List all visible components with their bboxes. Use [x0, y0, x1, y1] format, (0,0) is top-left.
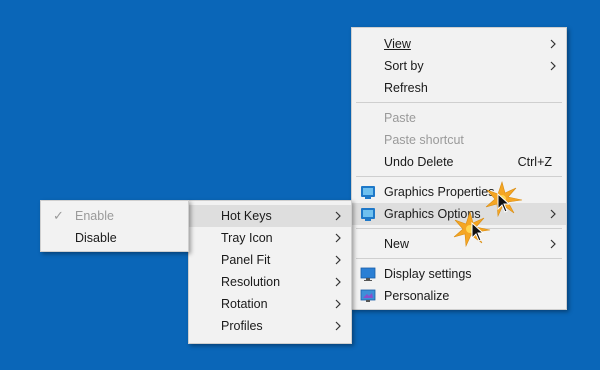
mouse-cursor-icon	[471, 222, 485, 242]
menu-separator	[356, 102, 562, 103]
menu-item-tray-icon-label: Tray Icon	[221, 231, 273, 245]
graphics-options-submenu: Hot Keys Tray Icon Panel Fit Resolution Rota…	[188, 200, 352, 344]
menu-item-graphics-properties[interactable]: Graphics Properties...	[352, 181, 566, 203]
undo-shortcut-text: Ctrl+Z	[517, 155, 552, 169]
menu-item-resolution-label: Resolution	[221, 275, 281, 289]
desktop-context-menu: View Sort by Refresh Paste Paste shortcu…	[351, 27, 567, 310]
menu-item-profiles[interactable]: Profiles	[189, 315, 351, 337]
chevron-right-icon	[335, 321, 341, 331]
chevron-right-icon	[550, 239, 556, 249]
menu-item-personalize-label: Personalize	[384, 289, 450, 303]
menu-separator	[356, 176, 562, 177]
chevron-right-icon	[550, 61, 556, 71]
menu-item-rotation[interactable]: Rotation	[189, 293, 351, 315]
menu-item-paste-shortcut: Paste shortcut	[352, 129, 566, 151]
checkmark-icon: ✓	[53, 208, 64, 223]
menu-item-sort-by[interactable]: Sort by	[352, 55, 566, 77]
menu-item-view-label: View	[384, 37, 411, 51]
mouse-cursor-icon	[497, 193, 511, 213]
menu-item-hot-keys[interactable]: Hot Keys	[189, 205, 351, 227]
chevron-right-icon	[335, 277, 341, 287]
menu-separator	[356, 258, 562, 259]
display-icon	[360, 267, 376, 281]
menu-item-undo-delete-label: Undo Delete	[384, 155, 454, 169]
menu-item-hot-keys-label: Hot Keys	[221, 209, 272, 223]
menu-item-display-settings-label: Display settings	[384, 267, 472, 281]
menu-item-paste-shortcut-label: Paste shortcut	[384, 133, 464, 147]
menu-item-rotation-label: Rotation	[221, 297, 268, 311]
menu-item-refresh-label: Refresh	[384, 81, 428, 95]
chevron-right-icon	[335, 299, 341, 309]
chevron-right-icon	[335, 233, 341, 243]
intel-graphics-icon	[361, 186, 375, 199]
menu-item-paste-label: Paste	[384, 111, 416, 125]
hot-keys-submenu: ✓ Enable Disable	[40, 200, 189, 252]
chevron-right-icon	[550, 39, 556, 49]
personalize-icon	[360, 289, 376, 302]
menu-item-sort-by-label: Sort by	[384, 59, 424, 73]
menu-item-disable-label: Disable	[75, 231, 117, 245]
menu-item-view[interactable]: View	[352, 33, 566, 55]
menu-item-display-settings[interactable]: Display settings	[352, 263, 566, 285]
menu-item-tray-icon[interactable]: Tray Icon	[189, 227, 351, 249]
chevron-right-icon	[335, 255, 341, 265]
menu-item-personalize[interactable]: Personalize	[352, 285, 566, 307]
menu-item-profiles-label: Profiles	[221, 319, 263, 333]
chevron-right-icon	[550, 209, 556, 219]
menu-item-panel-fit[interactable]: Panel Fit	[189, 249, 351, 271]
menu-item-refresh[interactable]: Refresh	[352, 77, 566, 99]
menu-item-enable: ✓ Enable	[41, 205, 188, 227]
chevron-right-icon	[335, 211, 341, 221]
menu-item-disable[interactable]: Disable	[41, 227, 188, 249]
menu-item-paste: Paste	[352, 107, 566, 129]
menu-item-undo-delete[interactable]: Undo Delete Ctrl+Z	[352, 151, 566, 173]
menu-item-panel-fit-label: Panel Fit	[221, 253, 271, 267]
menu-item-new-label: New	[384, 237, 410, 251]
intel-graphics-icon	[361, 208, 375, 221]
menu-item-resolution[interactable]: Resolution	[189, 271, 351, 293]
menu-item-enable-label: Enable	[75, 209, 114, 223]
